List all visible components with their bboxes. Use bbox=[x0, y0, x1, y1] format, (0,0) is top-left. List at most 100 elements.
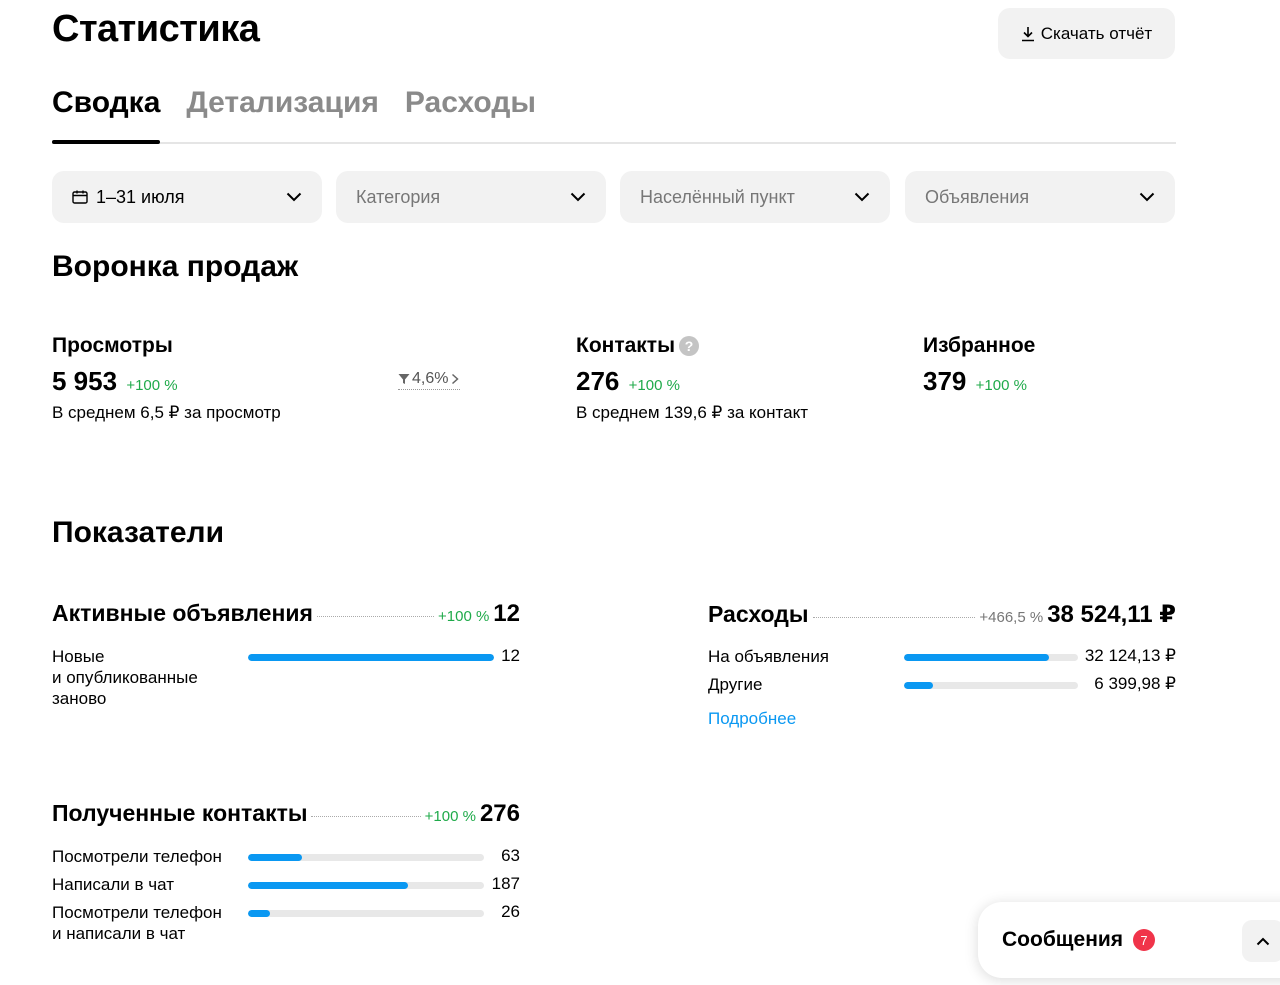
expenses-value: 38 524,11 ₽ bbox=[1047, 601, 1176, 628]
expenses-ads-bar bbox=[904, 654, 1078, 661]
views-conversion-link[interactable]: 4,6% bbox=[398, 370, 461, 390]
category-select[interactable]: Категория bbox=[336, 171, 606, 223]
tab-details[interactable]: Детализация bbox=[186, 82, 379, 142]
messages-expand-button[interactable] bbox=[1242, 920, 1280, 962]
chevron-down-icon bbox=[1139, 192, 1155, 202]
expenses-other-label: Другие bbox=[708, 675, 763, 694]
ads-select[interactable]: Объявления bbox=[905, 171, 1175, 223]
row-label-line: и опубликованные bbox=[52, 668, 198, 687]
bar-fill bbox=[904, 654, 1050, 661]
contacts-both-bar bbox=[248, 910, 484, 917]
contacts-chat-label: Написали в чат bbox=[52, 874, 174, 895]
dotted-leader bbox=[311, 816, 421, 817]
bar-fill bbox=[248, 654, 494, 661]
contacts-metric: Контакты ? 276 +100 % В среднем 139,6 ₽ … bbox=[576, 334, 808, 423]
funnel-icon bbox=[398, 374, 410, 384]
active-ads-block: Активные объявления +100 % 12 bbox=[52, 600, 520, 632]
active-ads-header: Активные объявления +100 % 12 bbox=[52, 600, 520, 632]
chevron-down-icon bbox=[570, 192, 586, 202]
contacts-phone-bar bbox=[248, 854, 484, 861]
contacts-chat-value: 187 bbox=[491, 874, 520, 893]
page-title: Статистика bbox=[52, 8, 260, 50]
expenses-more-link[interactable]: Подробнее bbox=[708, 709, 796, 729]
category-placeholder: Категория bbox=[356, 186, 441, 207]
chevron-right-icon bbox=[452, 373, 460, 385]
download-report-button[interactable]: Скачать отчёт bbox=[998, 8, 1175, 59]
contacts-note: В среднем 139,6 ₽ за контакт bbox=[576, 403, 808, 422]
ads-placeholder: Объявления bbox=[925, 186, 1030, 207]
bar-fill bbox=[248, 910, 271, 917]
received-contacts-delta: +100 % bbox=[424, 808, 476, 825]
dotted-leader bbox=[812, 617, 976, 618]
views-delta: +100 % bbox=[126, 377, 178, 394]
views-value-row: 5 953 +100 % bbox=[52, 366, 281, 397]
messages-widget[interactable]: Сообщения 7 bbox=[978, 902, 1280, 978]
active-ads-delta: +100 % bbox=[438, 608, 490, 625]
tab-bar: Сводка Детализация Расходы bbox=[52, 82, 1176, 144]
favorites-delta: +100 % bbox=[975, 377, 1027, 394]
contacts-phone-label: Посмотрели телефон bbox=[52, 846, 222, 867]
contacts-value-row: 276 +100 % bbox=[576, 366, 808, 397]
funnel-title: Воронка продаж bbox=[52, 250, 299, 283]
expenses-other-value: 6 399,98 ₽ bbox=[1094, 674, 1176, 693]
chevron-down-icon bbox=[854, 192, 870, 202]
chevron-down-icon bbox=[286, 192, 302, 202]
expenses-ads-label: На объявления bbox=[708, 647, 830, 666]
expenses-header: Расходы +466,5 % 38 524,11 ₽ bbox=[708, 600, 1176, 632]
received-contacts-label: Полученные контакты bbox=[52, 800, 308, 826]
active-ads-label: Активные объявления bbox=[52, 600, 313, 626]
bar-fill bbox=[904, 682, 933, 689]
views-conversion-value: 4,6% bbox=[412, 370, 449, 387]
contacts-delta: +100 % bbox=[628, 377, 680, 394]
views-label: Просмотры bbox=[52, 334, 173, 357]
favorites-value-row: 379 +100 % bbox=[923, 366, 1035, 397]
contacts-label-row: Контакты ? bbox=[576, 334, 808, 358]
messages-unread-badge: 7 bbox=[1133, 929, 1156, 951]
city-placeholder: Населённый пункт bbox=[640, 186, 795, 207]
views-value: 5 953 bbox=[52, 366, 118, 396]
favorites-metric: Избранное 379 +100 % bbox=[923, 334, 1035, 397]
chevron-up-icon bbox=[1256, 937, 1270, 945]
date-range-value: 1–31 июля bbox=[96, 186, 185, 207]
download-report-label: Скачать отчёт bbox=[1040, 23, 1153, 43]
contacts-phone-value: 63 bbox=[501, 846, 520, 865]
contacts-value: 276 bbox=[576, 366, 620, 396]
tab-summary[interactable]: Сводка bbox=[52, 82, 161, 144]
row-label-line: Новые bbox=[52, 647, 105, 666]
row-label-line: и написали в чат bbox=[52, 924, 186, 943]
bar-fill bbox=[248, 882, 408, 889]
city-select[interactable]: Населённый пункт bbox=[620, 171, 890, 223]
row-label-line: заново bbox=[52, 689, 107, 708]
tab-expenses[interactable]: Расходы bbox=[405, 82, 536, 142]
views-metric: Просмотры 5 953 +100 % В среднем 6,5 ₽ з… bbox=[52, 334, 281, 423]
expenses-other-bar bbox=[904, 682, 1078, 689]
expenses-delta: +466,5 % bbox=[979, 609, 1044, 626]
calendar-icon bbox=[72, 190, 88, 204]
row-label-line: Посмотрели телефон bbox=[52, 903, 222, 922]
views-note: В среднем 6,5 ₽ за просмотр bbox=[52, 403, 281, 422]
contacts-both-label: Посмотрели телефон и написали в чат bbox=[52, 902, 222, 944]
help-icon[interactable]: ? bbox=[679, 336, 700, 356]
active-ads-row-value: 12 bbox=[501, 646, 520, 665]
contacts-label: Контакты bbox=[576, 334, 676, 357]
bar-fill bbox=[248, 854, 302, 861]
dotted-leader bbox=[316, 616, 434, 617]
date-range-select[interactable]: 1–31 июля bbox=[52, 171, 322, 223]
active-ads-row-label: Новые и опубликованные заново bbox=[52, 646, 198, 709]
download-icon bbox=[1021, 26, 1034, 41]
received-contacts-block: Полученные контакты +100 % 276 bbox=[52, 800, 520, 832]
indicators-title: Показатели bbox=[52, 516, 225, 549]
row-label-line: Посмотрели телефон bbox=[52, 847, 222, 866]
favorites-label: Избранное bbox=[923, 334, 1036, 357]
active-ads-bar bbox=[248, 654, 494, 661]
received-contacts-value: 276 bbox=[479, 800, 520, 827]
expenses-label: Расходы bbox=[708, 601, 809, 627]
messages-label: Сообщения bbox=[1002, 928, 1124, 951]
contacts-both-value: 26 bbox=[501, 902, 520, 921]
expenses-block: Расходы +466,5 % 38 524,11 ₽ bbox=[708, 600, 1176, 632]
expenses-ads-value: 32 124,13 ₽ bbox=[1084, 646, 1176, 665]
active-ads-value: 12 bbox=[493, 600, 520, 627]
received-contacts-header: Полученные контакты +100 % 276 bbox=[52, 800, 520, 832]
row-label-line: Написали в чат bbox=[52, 875, 175, 894]
contacts-chat-bar bbox=[248, 882, 484, 889]
